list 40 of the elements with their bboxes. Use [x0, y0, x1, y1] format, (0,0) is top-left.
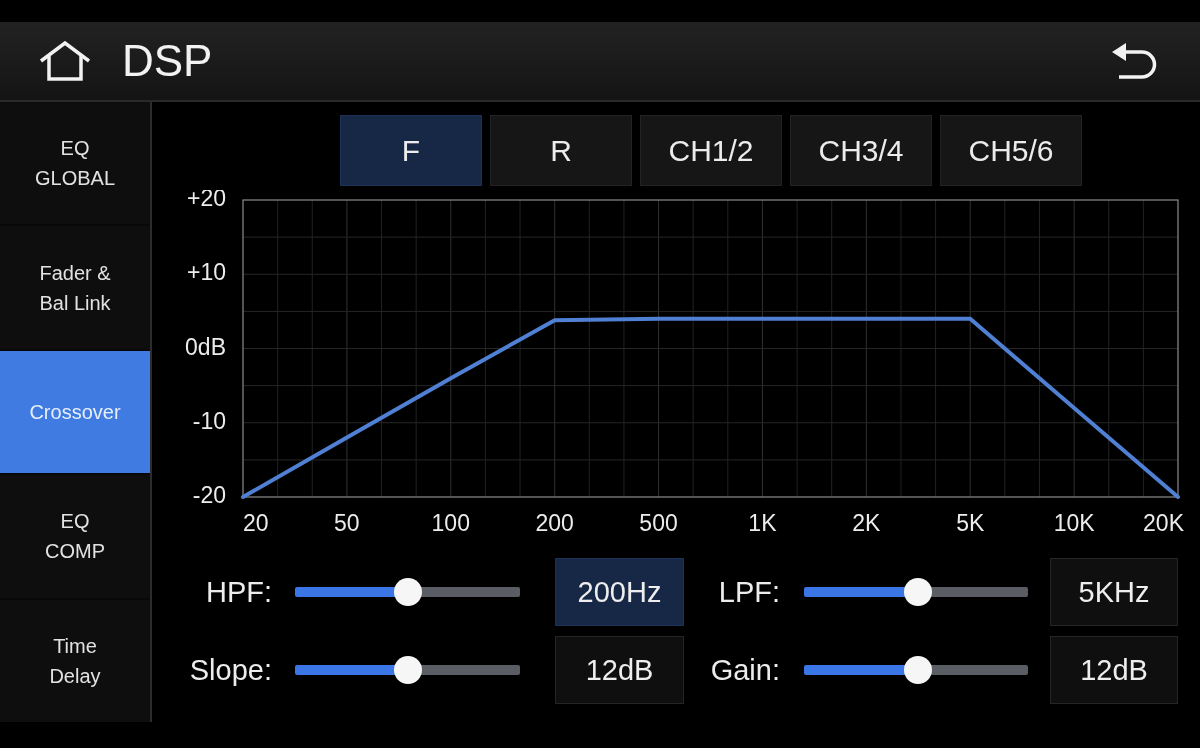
- value-button[interactable]: 5KHz: [1050, 558, 1178, 626]
- back-icon[interactable]: [1112, 43, 1158, 79]
- control-label: Gain:: [709, 653, 780, 687]
- axis-tick-label: 0dB: [185, 333, 226, 360]
- axis-tick-label: +20: [187, 190, 226, 212]
- channel-tab[interactable]: CH1/2: [640, 115, 782, 186]
- channel-tab[interactable]: F: [340, 115, 482, 186]
- sidebar-item[interactable]: Time Delay: [0, 599, 150, 723]
- sidebar-item[interactable]: Crossover: [0, 350, 150, 474]
- axis-tick-label: 500: [639, 510, 678, 536]
- slider-thumb[interactable]: [393, 656, 422, 684]
- sidebar-item[interactable]: EQ COMP: [0, 475, 150, 598]
- sidebar-item[interactable]: EQ GLOBAL: [0, 102, 150, 225]
- page-title: DSP: [122, 36, 213, 86]
- slider-thumb[interactable]: [393, 578, 422, 606]
- axis-tick-label: 200: [535, 510, 574, 536]
- channel-tab[interactable]: CH5/6: [940, 115, 1082, 186]
- home-icon[interactable]: [38, 41, 92, 81]
- value-button[interactable]: 12dB: [555, 636, 684, 704]
- value-button[interactable]: 200Hz: [555, 558, 684, 626]
- axis-tick-label: 100: [431, 510, 470, 536]
- control-label: LPF:: [717, 575, 780, 609]
- axis-tick-label: 2K: [852, 510, 881, 536]
- value-button[interactable]: 12dB: [1050, 636, 1178, 704]
- channel-tab[interactable]: CH3/4: [790, 115, 932, 186]
- axis-tick-label: 50: [334, 510, 360, 536]
- control-label: HPF:: [204, 575, 272, 609]
- axis-tick-label: 5K: [956, 510, 985, 536]
- slider-thumb[interactable]: [904, 656, 933, 684]
- axis-tick-label: -10: [192, 407, 226, 434]
- control-label: Slope:: [188, 653, 272, 687]
- channel-tab[interactable]: R: [490, 115, 632, 186]
- axis-tick-label: +10: [187, 259, 226, 286]
- axis-tick-label: 20: [243, 510, 269, 536]
- axis-tick-label: 20K: [1143, 510, 1184, 536]
- axis-tick-label: 1K: [748, 510, 777, 536]
- axis-tick-label: 10K: [1053, 510, 1095, 536]
- slider-thumb[interactable]: [904, 578, 933, 606]
- axis-tick-label: -20: [192, 482, 226, 509]
- sidebar-item[interactable]: Fader & Bal Link: [0, 226, 150, 349]
